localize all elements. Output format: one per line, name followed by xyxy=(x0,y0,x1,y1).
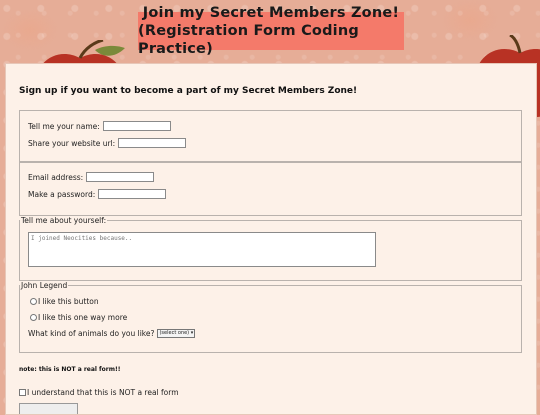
name-input[interactable] xyxy=(102,121,171,131)
website-input[interactable] xyxy=(118,138,187,148)
about-textarea[interactable] xyxy=(28,232,376,267)
email-input[interactable] xyxy=(86,172,155,182)
agree-label: I understand that this is NOT a real for… xyxy=(27,388,179,397)
name-row: Tell me your name: xyxy=(28,121,171,131)
agree-row[interactable]: I understand that this is NOT a real for… xyxy=(19,388,179,397)
animals-select[interactable]: (select one) ▾ xyxy=(157,329,196,338)
website-row: Share your website url: xyxy=(28,138,187,148)
email-label: Email address: xyxy=(28,172,84,182)
about-legend: Tell me about yourself: xyxy=(21,216,107,225)
agree-checkbox[interactable] xyxy=(19,389,26,396)
animals-select-value: (select one) xyxy=(159,330,190,336)
password-label: Make a password: xyxy=(28,189,96,199)
chevron-down-icon: ▾ xyxy=(190,330,194,336)
radio-label-1: I like this button xyxy=(38,297,99,306)
animals-row: What kind of animals do you like? (selec… xyxy=(28,329,196,338)
form-intro: Sign up if you want to become a part of … xyxy=(19,86,358,96)
radio-button-2[interactable] xyxy=(30,314,37,321)
animals-label: What kind of animals do you like? xyxy=(28,329,155,338)
radio-button-1[interactable] xyxy=(30,298,37,305)
password-input[interactable] xyxy=(98,189,167,199)
fieldset-identity xyxy=(19,110,522,162)
banner-subtitle: (Registration Form Coding Practice) xyxy=(138,23,359,57)
password-row: Make a password: xyxy=(28,189,167,199)
form-note: note: this is NOT a real form!! xyxy=(19,366,121,373)
email-row: Email address: xyxy=(28,172,155,182)
name-label: Tell me your name: xyxy=(28,121,100,131)
radio-row-1[interactable]: I like this button xyxy=(30,297,99,306)
registration-form: Sign up if you want to become a part of … xyxy=(5,63,537,415)
website-label: Share your website url: xyxy=(28,138,116,148)
john-legend: John Legend xyxy=(21,281,68,290)
banner-title: Join my Secret Members Zone! xyxy=(142,5,400,21)
radio-label-2: I like this one way more xyxy=(38,313,128,322)
radio-row-2[interactable]: I like this one way more xyxy=(30,313,127,322)
page-banner: Join my Secret Members Zone! (Registrati… xyxy=(138,5,404,57)
